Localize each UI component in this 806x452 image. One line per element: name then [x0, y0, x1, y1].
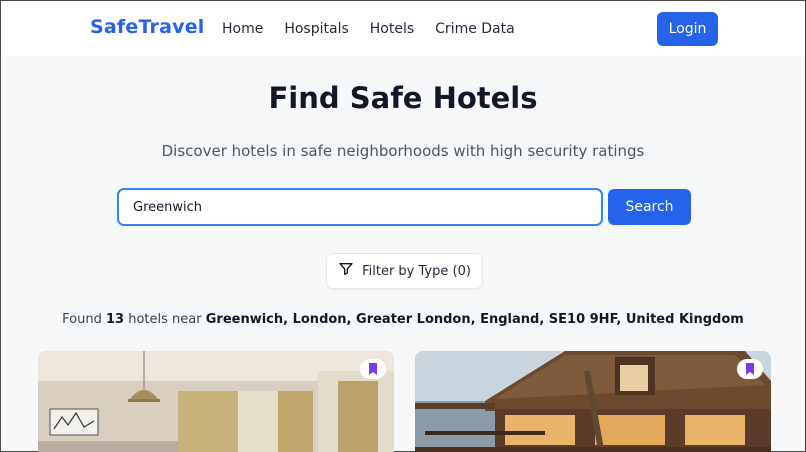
brand-logo[interactable]: SafeTravel: [90, 16, 205, 38]
bookmark-icon: [744, 360, 756, 379]
bookmark-button[interactable]: [737, 359, 763, 379]
bookmark-button[interactable]: [360, 359, 386, 379]
search-button[interactable]: Search: [608, 189, 691, 225]
funnel-icon: [338, 261, 354, 281]
bookmark-icon: [367, 360, 379, 379]
nav-link-home[interactable]: Home: [222, 21, 263, 37]
search-input[interactable]: [117, 188, 603, 226]
resort-exterior-photo: [415, 351, 771, 452]
results-count: 13: [106, 312, 125, 327]
hotel-card[interactable]: [415, 351, 771, 452]
top-navbar: SafeTravel Home Hospitals Hotels Crime D…: [1, 1, 805, 56]
hotel-card[interactable]: [38, 351, 394, 452]
hotel-room-photo: [38, 351, 394, 452]
nav-link-hotels[interactable]: Hotels: [370, 21, 414, 37]
results-middle: hotels near: [128, 312, 202, 327]
results-location: Greenwich, London, Greater London, Engla…: [205, 312, 744, 327]
results-summary: Found 13 hotels near Greenwich, London, …: [1, 312, 805, 327]
nav-link-hospitals[interactable]: Hospitals: [284, 21, 348, 37]
nav-link-crime-data[interactable]: Crime Data: [435, 21, 515, 37]
nav-links: Home Hospitals Hotels Crime Data: [222, 21, 536, 37]
filter-label: Filter by Type (0): [362, 263, 471, 279]
results-prefix: Found: [62, 312, 102, 327]
filter-by-type-button[interactable]: Filter by Type (0): [326, 253, 483, 289]
page-title: Find Safe Hotels: [268, 81, 538, 115]
page-subtitle: Discover hotels in safe neighborhoods wi…: [161, 142, 645, 160]
login-button[interactable]: Login: [657, 12, 718, 46]
